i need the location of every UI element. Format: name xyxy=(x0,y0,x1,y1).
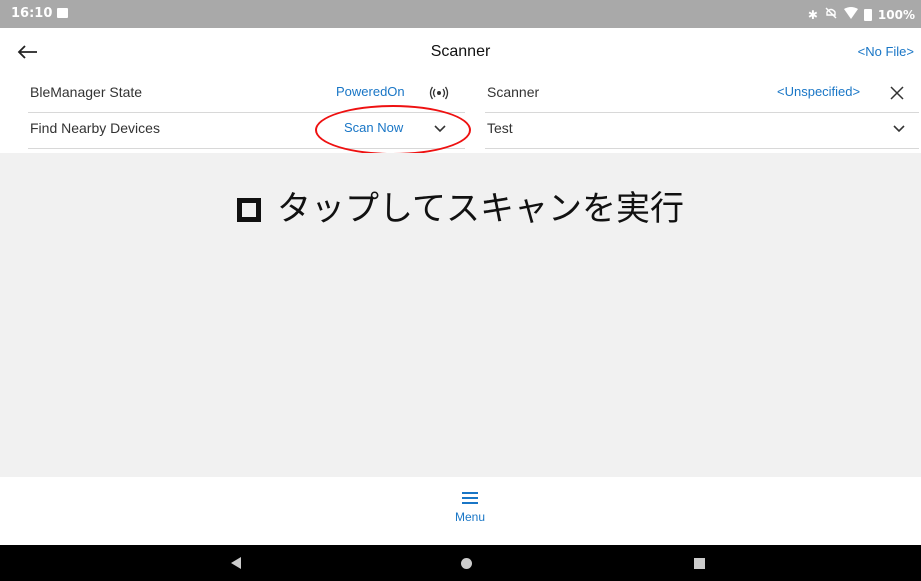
battery-text: 100% xyxy=(877,7,915,22)
wifi-icon xyxy=(843,7,858,22)
annotation-text: タップしてスキャンを実行 xyxy=(277,189,684,229)
checkbox-square-icon xyxy=(237,198,261,222)
image-notification-icon xyxy=(57,8,68,18)
test-row[interactable]: Test xyxy=(485,112,919,149)
highlight-oval xyxy=(315,105,471,155)
nav-home-icon[interactable] xyxy=(461,558,472,569)
bluetooth-icon: ✱ xyxy=(807,7,818,22)
scanner-value[interactable]: <Unspecified> xyxy=(777,84,860,99)
close-icon[interactable] xyxy=(886,82,908,104)
mute-icon xyxy=(824,6,838,23)
menu-button[interactable]: Menu xyxy=(430,488,510,536)
status-time: 16:10 xyxy=(11,6,53,21)
status-bar: 16:10 ✱ 100% xyxy=(0,0,921,28)
nav-recents-icon[interactable] xyxy=(694,558,705,569)
status-icons: ✱ 100% xyxy=(808,6,915,23)
scanner-label: Scanner xyxy=(487,84,540,100)
ble-state-label: BleManager State xyxy=(30,84,143,100)
file-link[interactable]: <No File> xyxy=(858,44,914,59)
chevron-down-icon[interactable] xyxy=(888,118,910,140)
scanner-row: Scanner <Unspecified> xyxy=(485,76,919,113)
nav-back-icon[interactable] xyxy=(231,557,241,569)
app-bar: Scanner <No File> xyxy=(0,28,921,76)
hamburger-icon xyxy=(462,492,478,504)
page-title: Scanner xyxy=(430,43,491,60)
navigation-bar xyxy=(0,545,921,581)
ble-state-value: PoweredOn xyxy=(336,84,405,99)
test-label: Test xyxy=(487,120,513,136)
broadcast-icon[interactable] xyxy=(428,82,450,104)
main-content: タップしてスキャンを実行 xyxy=(0,153,921,477)
menu-label: Menu xyxy=(454,510,486,524)
annotation-caption: タップしてスキャンを実行 xyxy=(0,181,921,230)
find-devices-label: Find Nearby Devices xyxy=(30,120,160,136)
battery-icon xyxy=(863,8,872,21)
